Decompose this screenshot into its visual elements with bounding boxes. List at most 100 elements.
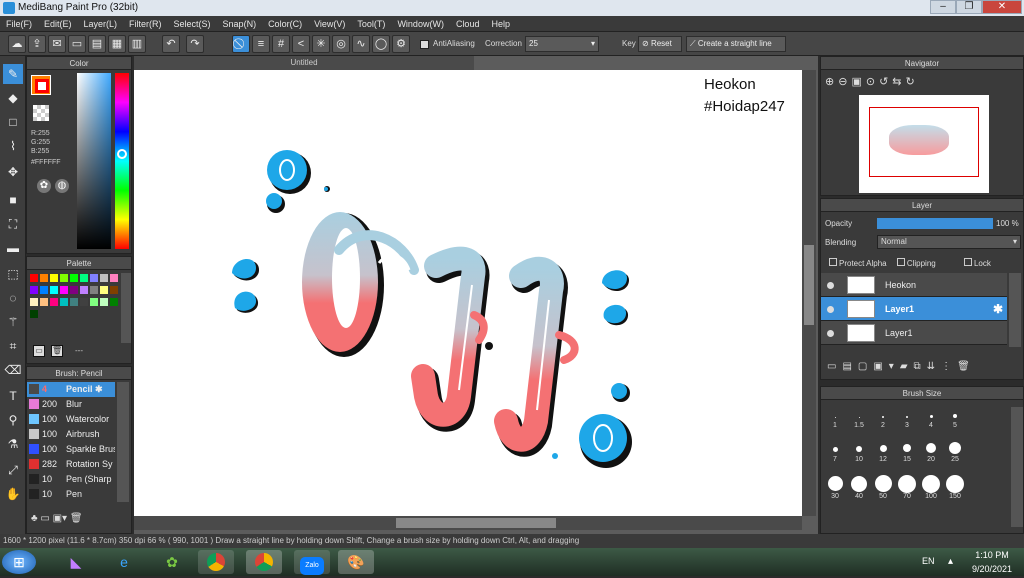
eye-icon[interactable]	[827, 330, 834, 337]
palette-swatch[interactable]	[40, 286, 48, 294]
brush-list-item[interactable]: 282 Rotation Sy	[27, 457, 115, 472]
palette-scrollbar[interactable]	[121, 273, 131, 343]
palette-swatch[interactable]	[110, 274, 118, 282]
menu-edit[interactable]: Edit(E)	[38, 16, 78, 32]
palette-swatch[interactable]	[90, 274, 98, 282]
brush-list-item[interactable]: 10 Pen	[27, 487, 115, 502]
palette-swatch[interactable]	[110, 286, 118, 294]
brush-list-item[interactable]: 10 Pen (Sharp	[27, 472, 115, 487]
palette-swatch[interactable]	[80, 286, 88, 294]
opacity-slider[interactable]	[877, 218, 993, 229]
new-1bit-layer-icon[interactable]: ▢	[858, 361, 873, 372]
medibang-paint-icon[interactable]: 🎨	[338, 550, 374, 574]
saturation-value-picker[interactable]	[77, 73, 111, 249]
layer-settings-gear-icon[interactable]: ✱	[993, 297, 1003, 321]
coccoc-icon[interactable]: ✿	[154, 550, 190, 574]
brush-size-scrollbar[interactable]	[1011, 407, 1023, 527]
palette-swatch[interactable]	[70, 298, 78, 306]
layer-row[interactable]: Heokon	[821, 273, 1007, 297]
palette-swatch[interactable]	[70, 274, 78, 282]
palette-swatch[interactable]	[40, 298, 48, 306]
snap-concentric-icon[interactable]: ◎	[332, 35, 350, 53]
palette-swatch[interactable]	[60, 286, 68, 294]
brush-size-option[interactable]: 5	[945, 407, 965, 429]
palette-swatch[interactable]	[50, 274, 58, 282]
palette-swatch[interactable]	[40, 274, 48, 282]
brush-size-option[interactable]: 12	[873, 441, 893, 463]
layer-scrollbar[interactable]	[1009, 273, 1021, 347]
brush-size-option[interactable]: 70	[897, 475, 917, 500]
layer-more-icon[interactable]: ⋮	[941, 361, 957, 372]
canvas-tab[interactable]: Untitled	[134, 56, 474, 70]
pen-tool-icon[interactable]: ⌇	[3, 136, 23, 156]
menu-layer[interactable]: Layer(L)	[78, 16, 124, 32]
color-set-icon[interactable]: ◍	[55, 179, 69, 193]
divide-tool-icon[interactable]: ⚲	[3, 410, 23, 430]
protect-alpha-checkbox[interactable]	[829, 258, 837, 266]
brush-size-option[interactable]: 7	[825, 441, 845, 463]
fit-icon[interactable]: ▣	[851, 76, 865, 88]
dot-tool-icon[interactable]: □	[3, 112, 23, 132]
zoom-out-icon[interactable]: ⊖	[838, 76, 851, 88]
palette-swatch[interactable]	[30, 274, 38, 282]
palette-swatch[interactable]	[100, 298, 108, 306]
brush-size-option[interactable]: 50	[873, 475, 893, 500]
new-brush-icon[interactable]: ▭	[40, 513, 52, 524]
menu-file[interactable]: File(F)	[0, 16, 38, 32]
snap-perspective-icon[interactable]: <	[292, 35, 310, 53]
menu-view[interactable]: View(V)	[308, 16, 351, 32]
brush-settings-gear-icon[interactable]: ✱	[93, 384, 103, 394]
add-brush-icon[interactable]: ♣	[31, 513, 40, 524]
palette-swatch[interactable]	[30, 286, 38, 294]
rotate-right-icon[interactable]: ↻	[906, 76, 919, 88]
color-wheel-icon[interactable]: ✿	[37, 179, 51, 193]
brush-size-option[interactable]: 100	[921, 475, 941, 500]
menu-snap[interactable]: Snap(N)	[217, 16, 263, 32]
magic-wand-tool-icon[interactable]: ⚚	[3, 312, 23, 332]
select-tool-icon[interactable]: ⬚	[3, 264, 23, 284]
select-pen-tool-icon[interactable]: ⌗	[3, 336, 23, 356]
brush-tool-icon[interactable]: ✎	[3, 64, 23, 84]
snap-parallel-icon[interactable]: ≡	[252, 35, 270, 53]
eye-icon[interactable]	[827, 282, 834, 289]
straight-line-button[interactable]: ⟋ Create a straight line	[686, 36, 786, 52]
layer-row-selected[interactable]: Layer1 ✱	[821, 297, 1007, 321]
antialiasing-checkbox[interactable]	[420, 40, 429, 49]
internet-explorer-icon[interactable]: e	[106, 550, 142, 574]
restore-button[interactable]: ❐	[956, 0, 982, 14]
brush-list-item[interactable]: 100 Airbrush	[27, 427, 115, 442]
delete-layer-icon[interactable]: 🗑	[957, 361, 976, 372]
chrome-canary-icon[interactable]	[246, 550, 282, 574]
snap-settings-icon[interactable]: ⚙	[392, 35, 410, 53]
new-layer-icon[interactable]: ▭	[827, 361, 842, 372]
select-eraser-tool-icon[interactable]: ⌫	[3, 360, 23, 380]
palette-swatch[interactable]	[50, 298, 58, 306]
new-file-icon[interactable]: ▭	[68, 35, 86, 53]
duplicate-layer-icon[interactable]: ⧉	[914, 361, 927, 372]
snap-grid-icon[interactable]: #	[272, 35, 290, 53]
material-icon[interactable]: ▦	[108, 35, 126, 53]
menu-cloud[interactable]: Cloud	[450, 16, 486, 32]
palette-swatch[interactable]	[30, 310, 38, 318]
correction-select[interactable]: 25 ▾	[525, 36, 599, 52]
layer-row[interactable]: Layer1	[821, 321, 1007, 345]
operation-tool-icon[interactable]: ⤢	[3, 460, 23, 480]
navigator-preview[interactable]	[859, 95, 989, 193]
brush-list-item[interactable]: 200 Blur	[27, 397, 115, 412]
delete-palette-icon[interactable]: 🗑	[51, 345, 63, 357]
transparent-swatch[interactable]	[33, 105, 49, 121]
clipping-checkbox[interactable]	[896, 258, 905, 266]
canvas-horizontal-scroll-thumb[interactable]	[396, 518, 556, 528]
fill-rect-tool-icon[interactable]: ■	[3, 190, 23, 210]
lasso-tool-icon[interactable]: ◌	[3, 288, 23, 308]
actual-size-icon[interactable]: ⊙	[866, 76, 879, 88]
palette-swatch[interactable]	[30, 298, 38, 306]
delete-brush-icon[interactable]: 🗑	[70, 513, 83, 524]
menu-select[interactable]: Select(S)	[168, 16, 217, 32]
cloud-icon[interactable]: ☁	[8, 35, 26, 53]
menu-filter[interactable]: Filter(R)	[123, 16, 168, 32]
zoom-in-icon[interactable]: ⊕	[825, 76, 838, 88]
menu-tool[interactable]: Tool(T)	[351, 16, 391, 32]
snap-off-icon[interactable]: ⃠	[232, 35, 250, 53]
folder-icon[interactable]: ▰	[900, 361, 914, 372]
